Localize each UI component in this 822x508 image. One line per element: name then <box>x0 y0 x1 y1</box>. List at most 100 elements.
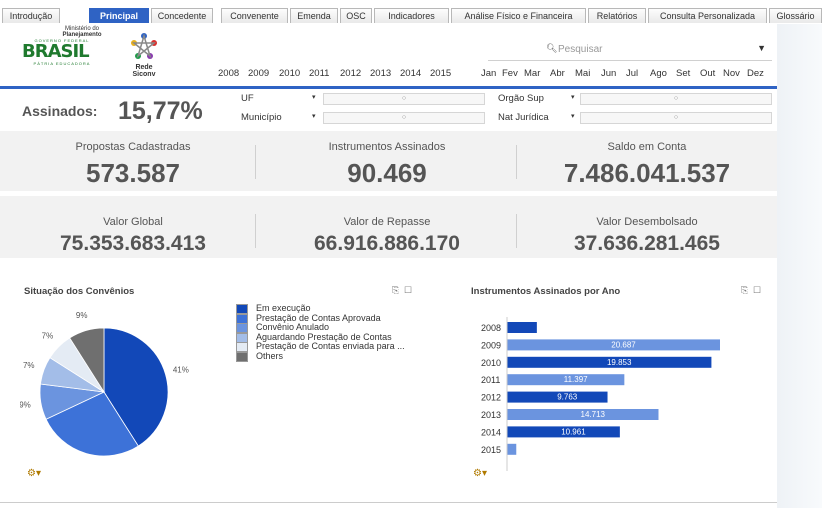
legend-item[interactable]: Convênio Anulado <box>256 322 329 332</box>
tab-convenente[interactable]: Convenente <box>221 8 288 23</box>
tab-indicadores[interactable]: Indicadores <box>374 8 449 23</box>
legend-item[interactable]: Em execução <box>256 303 311 313</box>
kpi-row-1: Propostas Cadastradas 573.587 Instrument… <box>0 131 777 191</box>
bar-panel-title: Instrumentos Assinados por Ano <box>471 286 621 297</box>
legend-item[interactable]: Prestação de Contas enviada para ... <box>256 341 405 351</box>
year-2015[interactable]: 2015 <box>430 68 451 79</box>
kpi-row-2: Valor Global 75.353.683.413 Valor de Rep… <box>0 196 777 258</box>
kpi-divider <box>255 145 256 179</box>
month-nov[interactable]: Nov <box>723 68 740 79</box>
tab-principal[interactable]: Principal <box>89 8 149 23</box>
bar-category-label: 2011 <box>481 375 500 385</box>
right-empty-pane <box>777 24 822 508</box>
month-out[interactable]: Out <box>700 68 715 79</box>
kpi-propostas-value: 573.587 <box>86 158 180 188</box>
month-mar[interactable]: Mar <box>524 68 540 79</box>
legend-item[interactable]: Others <box>256 351 283 361</box>
brasil-logo: BRASIL <box>22 41 90 62</box>
pie-chart: 41%27%9%7%7%9% <box>20 311 189 457</box>
legend-swatch <box>236 323 248 333</box>
year-2012[interactable]: 2012 <box>340 68 361 79</box>
legend-item[interactable]: Aguardando Prestação de Contas <box>256 332 392 342</box>
year-2011[interactable]: 2011 <box>309 68 329 79</box>
filter-uf-dropdown-icon[interactable]: ▾ <box>312 93 316 101</box>
filter-nat-field[interactable]: ○ <box>580 112 772 124</box>
tab-glossario[interactable]: Glossário <box>769 8 822 23</box>
kpi-repasse-label: Valor de Repasse <box>343 216 431 228</box>
bar[interactable] <box>507 322 537 333</box>
search-icon: 🔍︎ <box>546 43 558 53</box>
pie-value-label: 7% <box>23 361 35 370</box>
clear-selection-icon[interactable]: ⎘ <box>741 285 748 296</box>
tab-analise-fisico-financeira[interactable]: Análise Físico e Financeira <box>451 8 586 23</box>
filter-nat-dropdown-icon[interactable]: ▾ <box>571 112 575 120</box>
kpi-instrumentos-label: Instrumentos Assinados <box>328 141 446 153</box>
bar-category-label: 2009 <box>481 340 501 350</box>
month-jul[interactable]: Jul <box>626 68 638 79</box>
kpi-divider <box>255 214 256 248</box>
month-fev[interactable]: Fev <box>502 68 518 79</box>
bar-chart: 2008 2009 20.687 2010 19.853 2011 11.397 2012 9.… <box>481 317 720 471</box>
pie-value-label: 9% <box>20 401 31 410</box>
month-mai[interactable]: Mai <box>575 68 590 79</box>
bar-value-label: 14.713 <box>581 410 606 419</box>
tab-introducao[interactable]: Introdução <box>2 8 60 23</box>
year-2008[interactable]: 2008 <box>218 68 239 79</box>
filter-orgao-field[interactable]: ○ <box>580 93 772 105</box>
legend-swatch <box>236 351 248 362</box>
tab-emenda[interactable]: Emenda <box>290 8 338 23</box>
legend-item[interactable]: Prestação de Contas Aprovada <box>256 313 381 323</box>
search-placeholder: Pesquisar <box>558 44 603 55</box>
month-abr[interactable]: Abr <box>550 68 565 79</box>
kpi-saldo-label: Saldo em Conta <box>607 141 687 153</box>
kpi-global-label: Valor Global <box>103 216 163 228</box>
bar-category-label: 2013 <box>481 410 501 420</box>
rede-siconv-label: Rede Siconv <box>132 64 156 78</box>
bar-value-label: 19.853 <box>607 358 632 367</box>
brasil-word: BRASIL <box>22 41 90 62</box>
tab-bar: Introdução Principal Concedente Convenen… <box>0 0 822 25</box>
tab-relatorios[interactable]: Relatórios <box>588 8 646 23</box>
filter-municipio-dropdown-icon[interactable]: ▾ <box>312 112 316 120</box>
legend-swatch <box>236 313 248 324</box>
legend-swatch <box>236 332 248 343</box>
bar-value-label: 11.397 <box>564 375 588 384</box>
ministry-text: Ministério do Planejamento <box>52 26 112 38</box>
year-2014[interactable]: 2014 <box>400 68 421 79</box>
search-dropdown-icon[interactable]: ▼ <box>757 43 766 53</box>
pie-value-label: 9% <box>76 311 88 320</box>
year-2010[interactable]: 2010 <box>279 68 300 79</box>
clear-selection-icon[interactable]: ⎘ <box>392 285 399 296</box>
month-jun[interactable]: Jun <box>601 68 616 79</box>
bar-category-label: 2014 <box>481 427 501 437</box>
maximize-icon[interactable]: ☐ <box>753 285 761 296</box>
filter-uf-field[interactable]: ○ <box>323 93 485 105</box>
bar-category-label: 2012 <box>481 393 501 403</box>
month-ago[interactable]: Ago <box>650 68 667 79</box>
year-2013[interactable]: 2013 <box>370 68 391 79</box>
legend-swatch <box>236 342 248 352</box>
siconv-star-icon <box>131 33 157 59</box>
filter-orgao-dropdown-icon[interactable]: ▾ <box>571 93 575 101</box>
kpi-desembolsado-value: 37.636.281.465 <box>574 232 720 255</box>
bar-category-label: 2015 <box>481 445 501 455</box>
maximize-icon[interactable]: ☐ <box>404 285 412 296</box>
pie-value-label: 41% <box>173 366 189 375</box>
bar[interactable] <box>507 443 517 455</box>
filter-municipio-field[interactable]: ○ <box>323 112 485 124</box>
main-sheet: Ministério do Planejamento GOVERNO FEDER… <box>0 24 777 508</box>
tab-osc[interactable]: OSC <box>340 8 372 23</box>
tab-consulta-personalizada[interactable]: Consulta Personalizada <box>648 8 767 23</box>
kpi-global-value: 75.353.683.413 <box>60 232 206 255</box>
month-set[interactable]: Set <box>676 68 690 79</box>
tab-concedente[interactable]: Concedente <box>151 8 213 23</box>
bar-value-label: 20.687 <box>611 340 636 349</box>
month-dez[interactable]: Dez <box>747 68 764 79</box>
tools-icon[interactable]: ⚙▾ <box>473 468 487 479</box>
filter-orgao-label: Orgão Sup <box>498 93 544 104</box>
search-box[interactable]: 🔍︎ Pesquisar ▼ <box>488 40 772 61</box>
month-jan[interactable]: Jan <box>481 68 496 79</box>
year-2009[interactable]: 2009 <box>248 68 269 79</box>
tools-icon[interactable]: ⚙▾ <box>27 468 41 479</box>
bottom-border <box>0 502 777 503</box>
